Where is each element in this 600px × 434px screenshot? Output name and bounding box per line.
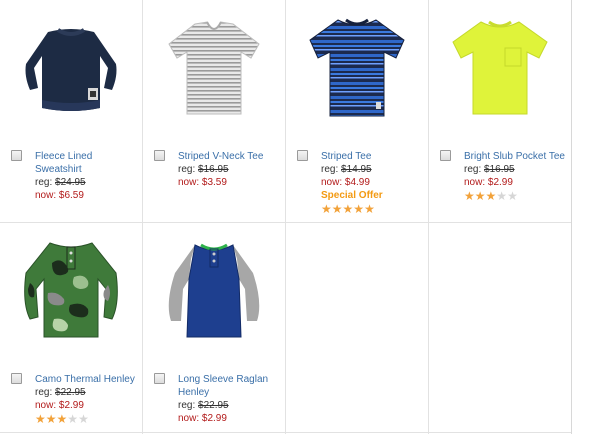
raglan-henley-image: [168, 243, 260, 338]
striped-vneck-tee-image: [168, 21, 260, 115]
empty-cell: [286, 223, 428, 434]
product-image[interactable]: [12, 233, 130, 351]
sale-price: now: $2.99: [178, 412, 283, 425]
regular-price: reg: $22.95: [178, 399, 283, 412]
regular-price: reg: $22.95: [35, 386, 140, 399]
star-empty-icon: ★: [67, 412, 79, 426]
sale-price-value: $2.99: [487, 177, 513, 188]
star-rating: ★★★★★: [464, 190, 569, 203]
regular-price-value: $16.95: [484, 164, 515, 175]
star-empty-icon: ★: [78, 412, 89, 426]
regular-price-label: reg:: [178, 164, 196, 175]
sale-price-value: $2.99: [58, 400, 84, 411]
regular-price-value: $22.95: [198, 400, 229, 411]
sale-price-value: $6.59: [58, 190, 84, 201]
regular-price: reg: $14.95: [321, 163, 426, 176]
compare-checkbox[interactable]: [440, 150, 451, 161]
sale-price-label: now:: [464, 177, 486, 188]
regular-price-value: $16.95: [198, 164, 229, 175]
star-filled-icon: ★: [331, 202, 343, 216]
product-name-link[interactable]: Long Sleeve Raglan Henley: [178, 373, 283, 399]
empty-cell: [429, 223, 571, 434]
star-filled-icon: ★: [485, 189, 497, 203]
sale-price: now: $2.99: [35, 399, 140, 412]
sale-price: now: $4.99: [321, 176, 426, 189]
star-empty-icon: ★: [496, 189, 508, 203]
sale-price: now: $6.59: [35, 189, 140, 202]
camo-henley-image: [24, 242, 118, 338]
compare-checkbox[interactable]: [11, 150, 22, 161]
compare-checkbox[interactable]: [11, 373, 22, 384]
page-border: [571, 0, 572, 434]
product-name-link[interactable]: Bright Slub Pocket Tee: [464, 150, 569, 163]
special-offer-link[interactable]: Special Offer: [321, 189, 426, 202]
star-filled-icon: ★: [474, 189, 486, 203]
star-filled-icon: ★: [353, 202, 365, 216]
product-card: Fleece Lined Sweatshirt reg: $24.95 now:…: [0, 0, 142, 222]
sale-price-value: $3.59: [201, 177, 227, 188]
compare-checkbox[interactable]: [297, 150, 308, 161]
star-filled-icon: ★: [321, 202, 332, 216]
product-name-link[interactable]: Striped Tee: [321, 150, 426, 163]
sale-price-label: now:: [178, 177, 200, 188]
product-image[interactable]: [298, 10, 416, 128]
sale-price-label: now:: [321, 177, 343, 188]
star-rating: ★★★★★: [321, 203, 426, 216]
compare-checkbox[interactable]: [154, 373, 165, 384]
product-card: Bright Slub Pocket Tee reg: $16.95 now: …: [429, 0, 571, 222]
sale-price-label: now:: [178, 413, 200, 424]
regular-price-value: $24.95: [55, 177, 86, 188]
pocket-tee-image: [452, 20, 548, 115]
star-empty-icon: ★: [507, 189, 518, 203]
product-grid: Fleece Lined Sweatshirt reg: $24.95 now:…: [0, 0, 572, 434]
regular-price-label: reg:: [464, 164, 482, 175]
star-filled-icon: ★: [45, 412, 57, 426]
star-filled-icon: ★: [342, 202, 354, 216]
compare-checkbox[interactable]: [154, 150, 165, 161]
sale-price: now: $3.59: [178, 176, 283, 189]
product-name-link[interactable]: Fleece Lined Sweatshirt: [35, 150, 140, 176]
regular-price-label: reg:: [35, 177, 53, 188]
regular-price: reg: $24.95: [35, 176, 140, 189]
sale-price-label: now:: [35, 400, 57, 411]
sale-price: now: $2.99: [464, 176, 569, 189]
product-info: Camo Thermal Henley reg: $22.95 now: $2.…: [35, 373, 140, 426]
product-info: Long Sleeve Raglan Henley reg: $22.95 no…: [178, 373, 283, 425]
product-info: Striped Tee reg: $14.95 now: $4.99 Speci…: [321, 150, 426, 216]
sale-price-value: $2.99: [201, 413, 227, 424]
regular-price-label: reg:: [178, 400, 196, 411]
product-card: Striped Tee reg: $14.95 now: $4.99 Speci…: [286, 0, 428, 222]
regular-price-label: reg:: [35, 387, 53, 398]
striped-tee-image: [309, 18, 405, 117]
product-image[interactable]: [441, 10, 559, 128]
product-image[interactable]: [155, 10, 273, 128]
sweatshirt-image: [25, 28, 117, 111]
star-filled-icon: ★: [56, 412, 68, 426]
regular-price-value: $14.95: [341, 164, 372, 175]
product-info: Fleece Lined Sweatshirt reg: $24.95 now:…: [35, 150, 140, 202]
product-image[interactable]: [12, 10, 130, 128]
product-info: Bright Slub Pocket Tee reg: $16.95 now: …: [464, 150, 569, 203]
product-name-link[interactable]: Striped V-Neck Tee: [178, 150, 283, 163]
product-card: Camo Thermal Henley reg: $22.95 now: $2.…: [0, 223, 142, 434]
product-name-link[interactable]: Camo Thermal Henley: [35, 373, 140, 386]
regular-price-label: reg:: [321, 164, 339, 175]
product-card: Striped V-Neck Tee reg: $16.95 now: $3.5…: [143, 0, 285, 222]
product-info: Striped V-Neck Tee reg: $16.95 now: $3.5…: [178, 150, 283, 189]
product-image[interactable]: [155, 233, 273, 351]
sale-price-value: $4.99: [344, 177, 370, 188]
regular-price: reg: $16.95: [178, 163, 283, 176]
star-filled-icon: ★: [464, 189, 475, 203]
regular-price-value: $22.95: [55, 387, 86, 398]
regular-price: reg: $16.95: [464, 163, 569, 176]
sale-price-label: now:: [35, 190, 57, 201]
star-rating: ★★★★★: [35, 413, 140, 426]
star-filled-icon: ★: [35, 412, 46, 426]
star-filled-icon: ★: [364, 202, 375, 216]
product-card: Long Sleeve Raglan Henley reg: $22.95 no…: [143, 223, 285, 434]
